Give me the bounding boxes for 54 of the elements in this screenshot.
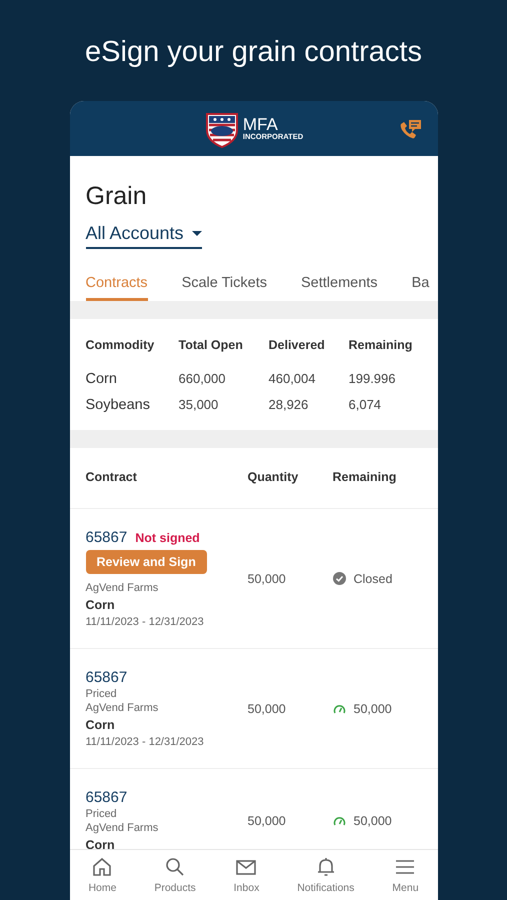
house-icon	[91, 856, 114, 878]
remaining-amount: 50,000	[354, 814, 392, 828]
contract-number[interactable]: 65867	[86, 669, 128, 686]
pricing-status: Priced	[86, 688, 117, 700]
table-cell-text: Corn	[86, 371, 118, 387]
nav-item[interactable]: Products	[154, 856, 196, 894]
column-header: Delivered	[268, 338, 326, 352]
tab[interactable]: Ba	[412, 271, 430, 301]
contract-number[interactable]: 65867	[86, 789, 128, 806]
date-range: 11/11/2023 - 12/31/2023	[86, 616, 204, 628]
column-header: Commodity	[86, 338, 156, 352]
farm-name: AgVend Farms	[86, 702, 158, 714]
tab[interactable]: Scale Tickets	[182, 271, 267, 301]
sign-status: Not signed	[135, 531, 200, 545]
headline: eSign your grain contracts	[85, 36, 422, 69]
nav-item[interactable]: Menu	[392, 856, 419, 894]
phone-chat-icon[interactable]	[398, 118, 422, 140]
table-cell-text: 660,000	[178, 371, 226, 387]
column-header: Remaining	[332, 470, 398, 484]
commodity: Corn	[86, 598, 115, 612]
quantity: 50,000	[248, 702, 287, 716]
caret-icon	[192, 230, 202, 236]
nav-item[interactable]: Notifications	[297, 856, 354, 894]
column-header: Contract	[86, 470, 138, 484]
table-cell-text: 460,004	[268, 371, 316, 387]
tab[interactable]: Settlements	[300, 271, 378, 301]
column-header: Total Open	[178, 338, 244, 352]
column-header: Remaining	[348, 338, 414, 352]
gauge-icon	[332, 703, 346, 714]
nav-item[interactable]: Inbox	[234, 856, 260, 894]
table-cell-text: 28,926	[268, 397, 310, 413]
remaining-amount: 50,000	[354, 702, 392, 716]
table-cell-text: 199.996	[348, 371, 396, 387]
date-range: 11/11/2023 - 12/31/2023	[86, 736, 204, 748]
check-circle-icon	[332, 572, 346, 585]
commodity: Corn	[86, 718, 115, 732]
table-cell-text: 35,000	[178, 397, 220, 413]
table-cell-text: Soybeans	[86, 397, 151, 413]
farm-name: AgVend Farms	[86, 582, 158, 594]
remaining-amount: Closed	[354, 572, 392, 586]
search-icon	[164, 856, 186, 878]
account-dropdown[interactable]: All Accounts	[86, 223, 202, 249]
farm-name: AgVend Farms	[86, 822, 158, 834]
nav-item[interactable]: Home	[88, 856, 116, 894]
commodity: Corn	[86, 838, 115, 852]
gauge-icon	[332, 815, 346, 826]
column-header: Quantity	[248, 470, 300, 484]
contract-number[interactable]: 65867	[86, 529, 128, 546]
quantity: 50,000	[248, 814, 287, 828]
brand-name: MFA	[242, 116, 278, 134]
table-cell-text: 6,074	[348, 397, 382, 413]
quantity: 50,000	[248, 572, 287, 586]
page-title: Grain	[86, 182, 147, 211]
pricing-status: Priced	[86, 808, 117, 820]
